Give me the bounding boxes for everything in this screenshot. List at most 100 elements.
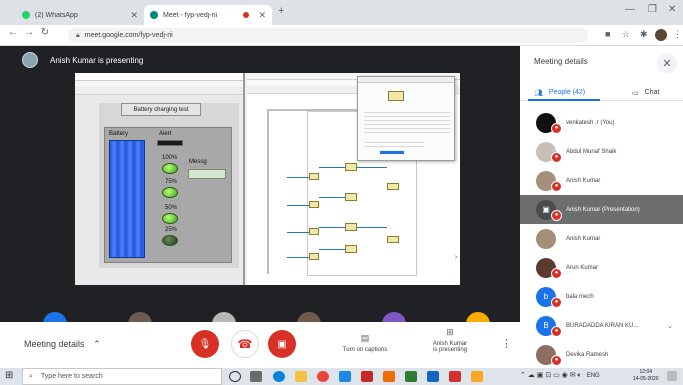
battery-level-bar bbox=[109, 140, 145, 258]
store-icon[interactable] bbox=[339, 371, 351, 382]
hang-up-button[interactable]: ☎︎ bbox=[231, 330, 259, 358]
new-tab-button[interactable]: + bbox=[278, 5, 284, 17]
node bbox=[388, 91, 404, 101]
mic-toggle-button[interactable]: 🎙︎ bbox=[191, 330, 219, 358]
menu-kebab-icon[interactable]: ⋮ bbox=[673, 29, 682, 40]
alert-indicator bbox=[157, 140, 183, 146]
close-tab-icon[interactable]: ✕ bbox=[258, 10, 266, 21]
tab-people[interactable]: 👥︎ People (42) bbox=[534, 85, 585, 100]
mic-off-icon: 🎙︎ bbox=[198, 338, 212, 350]
presenting-label-2: is presenting bbox=[432, 347, 468, 353]
wire bbox=[287, 257, 309, 258]
maximize-icon[interactable]: ❐ bbox=[648, 4, 657, 15]
edge-icon[interactable] bbox=[273, 371, 285, 382]
avatar: ● bbox=[536, 141, 562, 163]
captions-button[interactable]: ▤ Turn on captions bbox=[335, 333, 395, 353]
list-item[interactable]: ▣ ● Anish Kumar (Presentation) bbox=[520, 195, 683, 224]
avatar-initial: b bbox=[543, 292, 549, 301]
alert-label: Alert bbox=[159, 131, 172, 137]
app-icon[interactable] bbox=[405, 371, 417, 382]
star-icon[interactable]: ☆ bbox=[622, 29, 630, 40]
close-panel-button[interactable]: ✕ bbox=[657, 53, 677, 73]
profile-avatar[interactable] bbox=[655, 29, 667, 41]
context-help-window bbox=[357, 76, 455, 161]
led-75 bbox=[162, 187, 178, 198]
node bbox=[309, 201, 319, 208]
reload-icon[interactable]: ↻ bbox=[38, 27, 52, 38]
language-indicator[interactable]: ENG bbox=[587, 373, 600, 379]
task-view-icon[interactable] bbox=[250, 371, 262, 382]
led-50 bbox=[162, 213, 178, 224]
node bbox=[309, 228, 319, 235]
tab-whatsapp[interactable]: (2) WhatsApp ✕ bbox=[16, 5, 144, 25]
participant-name: bala mech bbox=[566, 293, 594, 300]
presenter-banner: Anish Kumar is presenting bbox=[22, 50, 143, 70]
wire bbox=[287, 177, 309, 178]
windows-start-icon[interactable]: ⊞ bbox=[5, 370, 13, 381]
mic-muted-icon: ● bbox=[551, 325, 562, 337]
cortana-icon[interactable] bbox=[229, 371, 241, 382]
participant-name: Devika Ramesh bbox=[566, 351, 609, 358]
wire bbox=[319, 167, 345, 168]
taskbar-search-box[interactable]: ⌕ Type here to search bbox=[22, 368, 222, 385]
extension-icon[interactable]: ✱ bbox=[640, 29, 648, 40]
node bbox=[345, 163, 357, 171]
chat-icon: ▭ bbox=[632, 89, 639, 97]
list-item[interactable]: Anish Kumar bbox=[520, 224, 683, 253]
tab-chat[interactable]: ▭ Chat bbox=[632, 85, 659, 100]
meet-stage: Anish Kumar is presenting Battery chargi… bbox=[0, 46, 520, 320]
app-icon[interactable] bbox=[427, 371, 439, 382]
list-item[interactable]: ● Abdul Munaf Shaik bbox=[520, 137, 683, 166]
shared-screen: Battery charging test Battery Alert 100%… bbox=[75, 73, 460, 285]
app-icon[interactable] bbox=[361, 371, 373, 382]
node bbox=[309, 173, 319, 180]
avatar: ● bbox=[536, 344, 562, 366]
mic-muted-icon: ● bbox=[551, 151, 562, 163]
chevron-up-icon: ⌃ bbox=[93, 339, 101, 349]
taskbar-clock[interactable]: 12:04 14-05-2020 bbox=[633, 369, 659, 383]
list-item[interactable]: B ● BURADADDA KIRAN KU... ⌄ bbox=[520, 311, 683, 340]
list-item[interactable]: ● Devika Ramesh bbox=[520, 340, 683, 369]
lock-icon: 🔒︎ bbox=[76, 31, 80, 39]
meeting-details-button[interactable]: Meeting details ⌃ bbox=[24, 339, 101, 350]
app-icon[interactable] bbox=[449, 371, 461, 382]
minimize-icon[interactable]: — bbox=[625, 4, 635, 15]
more-options-icon[interactable]: ⋮ bbox=[501, 337, 512, 350]
tab-title: Meet - fyp-vedj-rii bbox=[163, 11, 218, 19]
avatar: b ● bbox=[536, 286, 562, 308]
node bbox=[387, 236, 399, 243]
tray-icons[interactable]: ⌃ ☁︎ ▣ ⊡ ▭ ◉ ✉︎ 🔈︎ bbox=[520, 372, 582, 379]
chevron-down-icon[interactable]: ⌄ bbox=[667, 322, 673, 330]
level-label-100: 100% bbox=[162, 155, 178, 161]
camera-toggle-button[interactable]: ▣ bbox=[268, 330, 296, 358]
search-icon: ⌕ bbox=[29, 372, 33, 380]
chrome-icon[interactable] bbox=[317, 371, 329, 382]
scroll-handle[interactable]: › bbox=[452, 254, 460, 268]
notification-icon[interactable] bbox=[667, 371, 677, 381]
forward-arrow-icon[interactable]: → bbox=[22, 27, 36, 38]
meet-icon bbox=[150, 11, 158, 19]
help-link bbox=[380, 151, 404, 154]
list-item[interactable]: ● Anish Kumar bbox=[520, 166, 683, 195]
labview-block-diagram bbox=[247, 73, 460, 285]
meet-control-bar: Meeting details ⌃ 🎙︎ ☎︎ ▣ ▤ Turn on capt… bbox=[0, 322, 520, 368]
list-item[interactable]: ● venkatesh .r (You) bbox=[520, 108, 683, 137]
address-bar[interactable]: 🔒︎ meet.google.com/fyp-vedj-rii bbox=[68, 28, 588, 43]
presenting-button[interactable]: ⊞ Anish Kumar is presenting bbox=[420, 327, 480, 353]
node bbox=[345, 245, 357, 253]
browser-toolbar: ← → ↻ 🔒︎ meet.google.com/fyp-vedj-rii ■ … bbox=[0, 25, 683, 46]
close-window-icon[interactable]: ✕ bbox=[668, 4, 676, 15]
close-tab-icon[interactable]: ✕ bbox=[130, 10, 138, 21]
close-icon: ✕ bbox=[662, 57, 672, 70]
app-icon[interactable] bbox=[383, 371, 395, 382]
camera-icon[interactable]: ■ bbox=[605, 29, 610, 39]
battery-label: Battery bbox=[109, 131, 129, 137]
back-arrow-icon[interactable]: ← bbox=[6, 27, 20, 38]
app-icon[interactable] bbox=[471, 371, 483, 382]
list-item[interactable]: ● Arun Kumar bbox=[520, 253, 683, 282]
avatar: ● bbox=[536, 170, 562, 192]
search-placeholder: Type here to search bbox=[40, 373, 103, 380]
list-item[interactable]: b ● bala mech bbox=[520, 282, 683, 311]
tab-meet[interactable]: Meet - fyp-vedj-rii ✕ bbox=[144, 5, 272, 25]
file-explorer-icon[interactable] bbox=[295, 371, 307, 382]
